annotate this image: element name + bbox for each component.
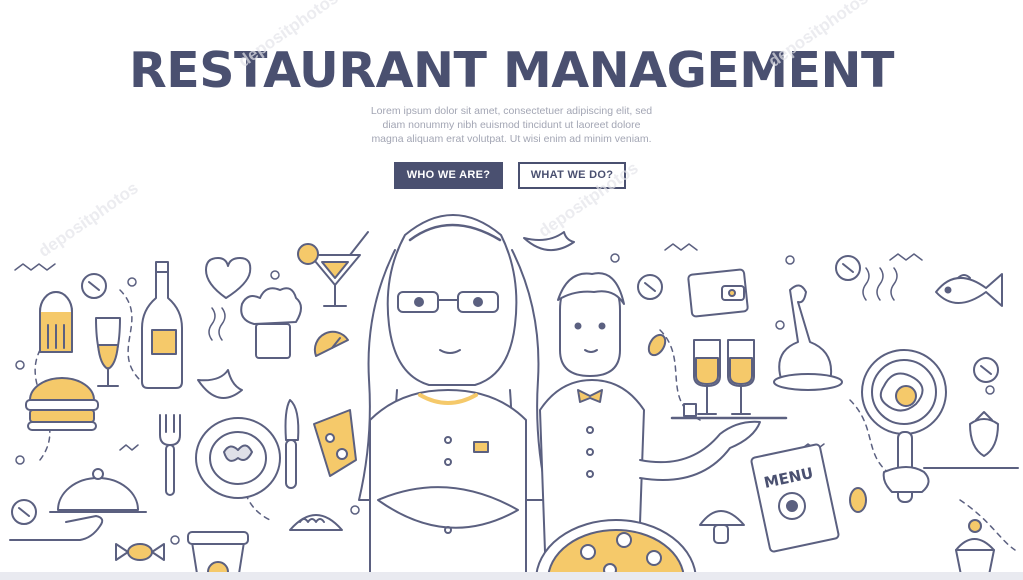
burger-icon <box>25 377 99 431</box>
mushroom-icon <box>699 510 745 544</box>
fish-icon <box>935 273 1003 307</box>
menu-card-icon: MENU <box>750 443 840 553</box>
cheese-icon <box>313 409 357 477</box>
manager-woman-figure <box>358 214 549 580</box>
lemon-slice-icon <box>313 330 349 357</box>
champagne-tray-icon <box>670 339 788 420</box>
chicken-leg-icon <box>773 284 843 391</box>
hero-description-line: diam nonummy nibh euismod tincidunt ut l… <box>382 119 641 131</box>
heart-icon <box>205 257 252 299</box>
wine-glass-icon <box>95 317 121 387</box>
bottom-shade <box>0 572 1023 580</box>
page-title: RESTAURANT MANAGEMENT <box>129 42 894 99</box>
plate-icon <box>195 417 281 499</box>
hero-description-line: Lorem ipsum dolor sit amet, consectetuer… <box>370 105 653 117</box>
dumpling-icon <box>289 514 343 531</box>
wine-bottle-icon <box>141 261 183 389</box>
salt-shaker-icon <box>39 291 73 353</box>
chef-hat-icon <box>240 287 302 359</box>
wallet-icon <box>687 268 749 318</box>
cupcake-icon <box>955 519 995 580</box>
knife-icon <box>284 399 300 489</box>
strawberry-icon <box>969 411 999 457</box>
doodle-illustration: MENU <box>0 200 1023 580</box>
hero-section: RESTAURANT MANAGEMENT Lorem ipsum dolor … <box>0 0 1023 210</box>
who-we-are-button[interactable]: WHO WE ARE? <box>394 162 503 189</box>
hero-description: Lorem ipsum dolor sit amet, consectetuer… <box>330 104 693 146</box>
hero-description-line: magna aliquam erat volutpat. Ut wisi eni… <box>371 133 652 145</box>
fork-icon <box>159 414 181 496</box>
cocktail-icon <box>297 231 369 307</box>
